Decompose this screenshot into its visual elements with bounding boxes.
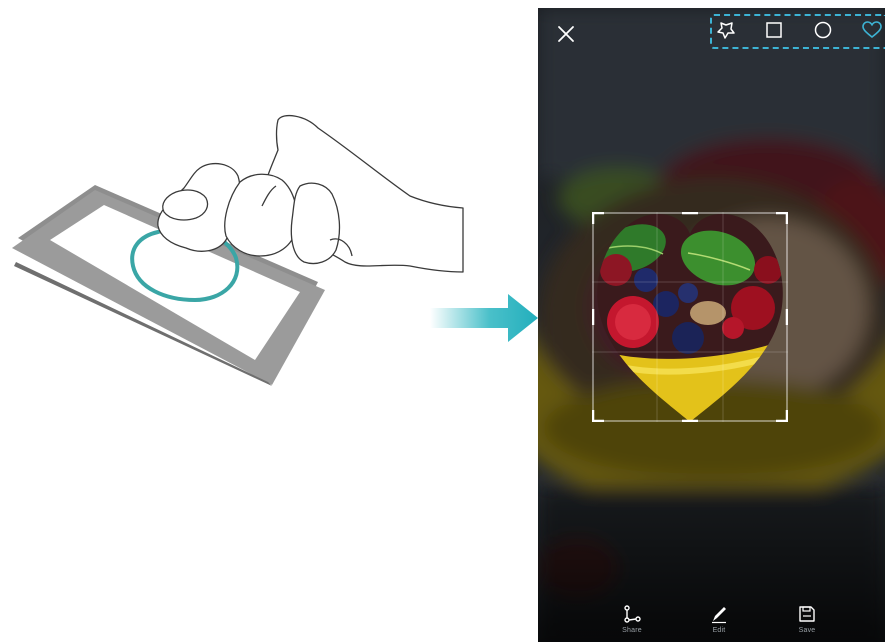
- close-icon: [558, 26, 574, 42]
- save-icon: [799, 606, 815, 622]
- share-icon: [624, 605, 641, 623]
- freeform-shape-button[interactable]: [713, 17, 739, 43]
- bottom-action-bar: Share Edit Save: [538, 596, 885, 642]
- save-button[interactable]: Save: [777, 596, 837, 642]
- circle-shape-button[interactable]: [810, 17, 836, 43]
- share-button[interactable]: Share: [602, 596, 662, 642]
- circle-icon: [814, 21, 832, 39]
- share-label: Share: [622, 627, 642, 634]
- transition-arrow: [430, 294, 538, 342]
- freeform-shape-icon: [717, 22, 735, 39]
- edit-icon: [712, 607, 726, 624]
- heart-icon: [862, 21, 882, 39]
- square-icon: [766, 22, 782, 38]
- crop-frame[interactable]: [592, 212, 788, 422]
- phone-screen: Share Edit Save: [538, 8, 885, 642]
- hand-illustration: [157, 114, 464, 273]
- save-label: Save: [798, 627, 816, 634]
- rectangle-shape-button[interactable]: [761, 17, 787, 43]
- close-button[interactable]: [552, 20, 580, 48]
- heart-shape-button[interactable]: [859, 17, 885, 43]
- edit-label: Edit: [712, 627, 726, 634]
- edit-button[interactable]: Edit: [689, 596, 749, 642]
